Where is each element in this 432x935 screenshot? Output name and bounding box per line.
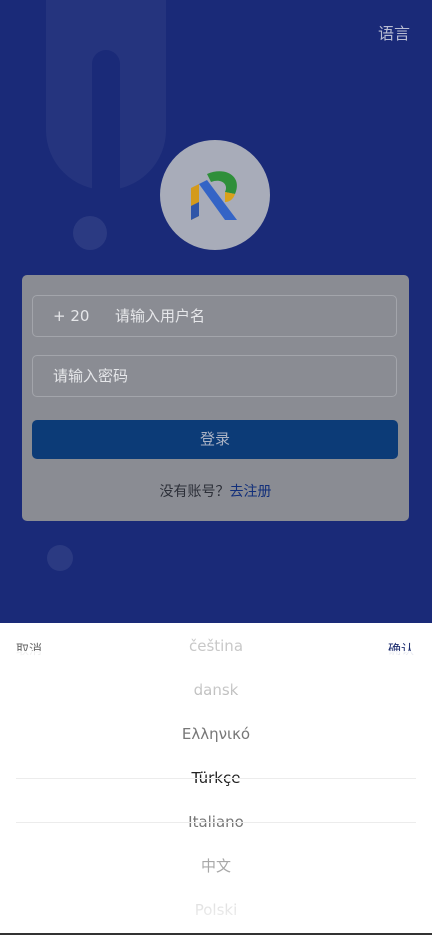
decorative-circle <box>73 216 107 250</box>
app-logo <box>160 140 270 250</box>
password-field <box>32 355 397 397</box>
selection-line-bottom <box>16 822 416 823</box>
login-form: + 20 登录 没有账号？去注册 <box>22 275 409 521</box>
picker-option[interactable]: 中文 <box>0 844 432 888</box>
language-button[interactable]: 语言 <box>378 20 410 44</box>
selection-line-top <box>16 778 416 779</box>
logo-icon <box>191 171 237 220</box>
picker-options[interactable]: čeština dansk Ελληνικό Türkçe Italiano 中… <box>0 637 432 935</box>
language-picker: 取消 确认 čeština dansk Ελληνικό Türkçe Ital… <box>0 623 432 935</box>
username-field: + 20 <box>32 295 397 337</box>
picker-option[interactable]: Ελληνικό <box>0 712 432 756</box>
username-input[interactable] <box>113 306 367 326</box>
register-link[interactable]: 去注册 <box>230 484 272 500</box>
decorative-circle <box>47 545 73 571</box>
picker-option[interactable]: dansk <box>0 668 432 712</box>
decorative-arch-gap <box>92 50 120 190</box>
password-input[interactable] <box>51 366 305 386</box>
no-account-text: 没有账号？ <box>159 484 230 500</box>
login-button[interactable]: 登录 <box>32 420 398 459</box>
picker-option[interactable]: Polski <box>0 888 432 932</box>
picker-option[interactable]: čeština <box>0 624 432 668</box>
register-prompt: 没有账号？去注册 <box>22 481 409 501</box>
country-code-selector[interactable]: + 20 <box>53 307 113 325</box>
